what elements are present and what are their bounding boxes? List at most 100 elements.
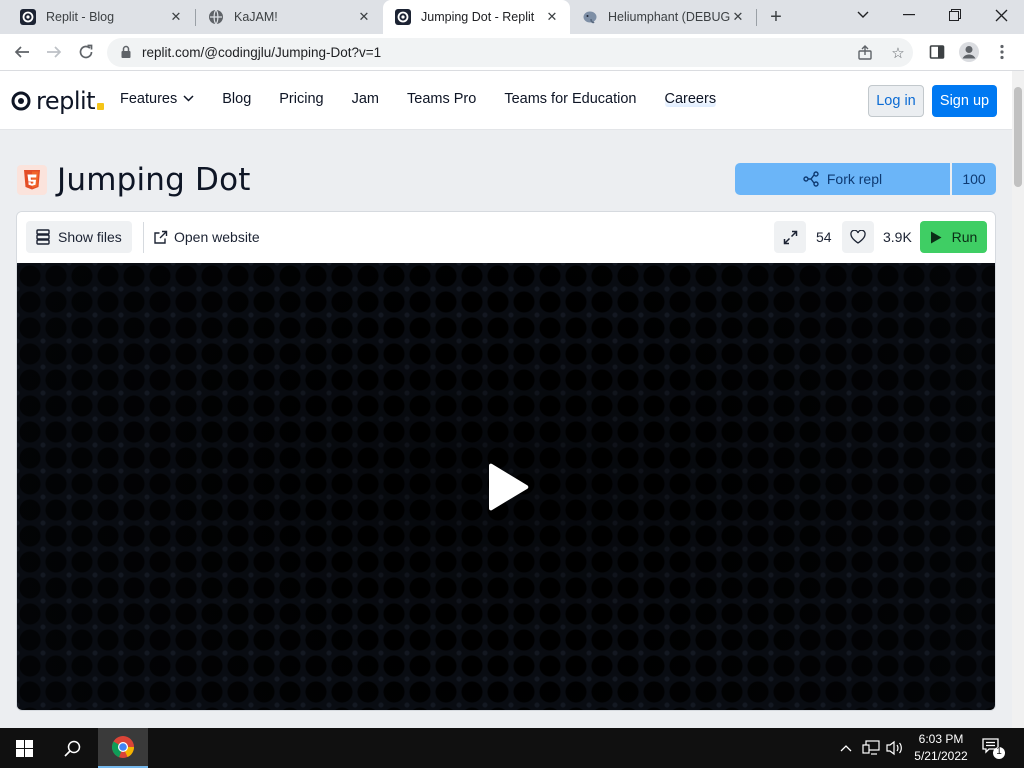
clock-time: 6:03 PM [918,732,964,746]
browser-tab-heliumphant[interactable]: Heliumphant (DEBUG) ✕ [570,0,756,34]
play-overlay-icon[interactable] [486,463,530,511]
fork-icon [803,171,819,187]
bookmark-star-icon[interactable]: ☆ [890,45,906,62]
like-count: 3.9K [883,229,912,245]
open-website-label: Open website [174,229,260,245]
external-link-icon [154,230,168,244]
site-header: replit Features Blog Pricing Jam Teams P… [0,71,1024,130]
like-button[interactable] [842,221,874,253]
login-button[interactable]: Log in [868,85,924,117]
nav-item-label: Teams Pro [407,91,477,107]
nav-item-label: Blog [222,91,252,107]
browser-menu-icon[interactable] [989,39,1015,65]
close-tab-icon[interactable]: ✕ [544,9,560,25]
nav-item-blog[interactable]: Blog [222,91,251,107]
nav-item-teams-pro[interactable]: Teams Pro [407,91,476,107]
chrome-taskbar-icon[interactable] [98,728,148,768]
close-window-icon[interactable] [978,0,1024,30]
browser-tab-replit-blog[interactable]: Replit - Blog ✕ [8,0,194,34]
nav-item-careers[interactable]: Careers [664,91,717,107]
back-arrow-icon[interactable] [9,39,35,65]
reload-icon[interactable] [73,39,99,65]
main-nav: Features Blog Pricing Jam Teams Pro Team… [120,91,744,107]
browser-tab-strip: Replit - Blog ✕ KaJAM! ✕ Jumping Dot - R… [0,0,1024,34]
run-button[interactable]: Run [920,221,987,253]
tab-title: Replit - Blog [46,10,115,24]
windows-taskbar: 6:03 PM 5/21/2022 1 [0,728,1024,768]
show-files-label: Show files [58,229,122,245]
lock-icon[interactable] [119,45,133,59]
show-files-button[interactable]: Show files [26,221,132,253]
tab-title: KaJAM! [234,10,278,24]
expand-arrows-icon [783,230,797,244]
play-icon [930,231,942,243]
replit-logo-icon [11,91,31,111]
nav-item-label: Teams for Education [504,91,637,107]
new-tab-plus-icon[interactable]: + [764,5,788,29]
page-title: Jumping Dot [57,162,251,198]
nav-item-teams-for-education[interactable]: Teams for Education [504,91,636,107]
replit-favicon-icon [20,9,36,25]
nav-item-label: Jam [351,91,379,107]
scrollbar-thumb[interactable] [1014,87,1022,187]
run-label: Run [951,229,978,245]
repl-preview[interactable] [17,263,995,710]
browser-tab-kajam[interactable]: KaJAM! ✕ [196,0,382,34]
bar-divider [143,222,144,253]
close-tab-icon[interactable]: ✕ [356,9,372,25]
url-text: replit.com/@codingjlu/Jumping-Dot?v=1 [142,45,382,60]
taskbar-clock[interactable]: 6:03 PM 5/21/2022 [910,731,972,765]
address-bar[interactable]: replit.com/@codingjlu/Jumping-Dot?v=1 ☆ [107,38,913,67]
nav-item-features[interactable]: Features [120,91,194,107]
browser-toolbar: replit.com/@codingjlu/Jumping-Dot?v=1 ☆ [0,34,1024,71]
close-tab-icon[interactable]: ✕ [730,9,746,25]
profile-avatar-icon[interactable] [956,39,982,65]
replit-logo[interactable]: replit [10,87,105,115]
tab-title: Jumping Dot - Replit [421,10,535,24]
network-icon[interactable] [861,738,881,758]
fork-label: Fork repl [826,171,883,187]
repl-action-bar: Show files Open website 54 3.9K Run [17,212,995,263]
notification-count: 1 [996,746,1002,757]
close-tab-icon[interactable]: ✕ [168,9,184,25]
nav-item-jam[interactable]: Jam [352,91,379,107]
tab-title: Heliumphant (DEBUG) [608,10,730,24]
side-panel-icon[interactable] [924,39,950,65]
tab-search-chevron-icon[interactable] [840,0,886,30]
notification-center-icon[interactable]: 1 [980,736,1006,760]
run-count: 54 [816,229,832,245]
forward-arrow-icon[interactable] [41,39,67,65]
file-stack-icon [36,229,50,245]
nav-item-label: Pricing [279,91,324,107]
html5-icon [17,165,47,195]
search-icon[interactable] [48,728,96,768]
replit-favicon-icon [395,9,411,25]
nav-item-label: Careers [664,91,717,107]
logo-wordmark: replit [36,87,96,115]
tray-chevron-up-icon[interactable] [838,738,854,758]
elephant-icon [582,9,598,25]
open-website-link[interactable]: Open website [153,221,260,253]
minimize-window-icon[interactable] [886,0,932,30]
signup-button[interactable]: Sign up [932,85,997,117]
tab-divider [756,9,757,26]
fork-count: 100 [952,163,996,195]
volume-icon[interactable] [885,738,905,758]
share-icon[interactable] [857,45,873,61]
restore-window-icon[interactable] [932,0,978,30]
globe-icon [208,9,224,25]
browser-tab-jumping-dot[interactable]: Jumping Dot - Replit ✕ [383,0,570,34]
windows-start-icon[interactable] [0,728,48,768]
repl-title-row: Jumping Dot [17,162,251,198]
repl-card: Show files Open website 54 3.9K Run [16,211,996,711]
page-scrollbar[interactable] [1012,71,1024,728]
logo-accent-square [97,102,105,110]
chevron-down-icon [183,93,194,105]
nav-item-label: Features [120,91,178,107]
fork-repl-button[interactable]: Fork repl [735,163,950,195]
page-below-fold [0,711,1024,728]
heart-icon [850,230,866,244]
clock-date: 5/21/2022 [914,749,968,763]
expand-button[interactable] [774,221,806,253]
nav-item-pricing[interactable]: Pricing [279,91,323,107]
